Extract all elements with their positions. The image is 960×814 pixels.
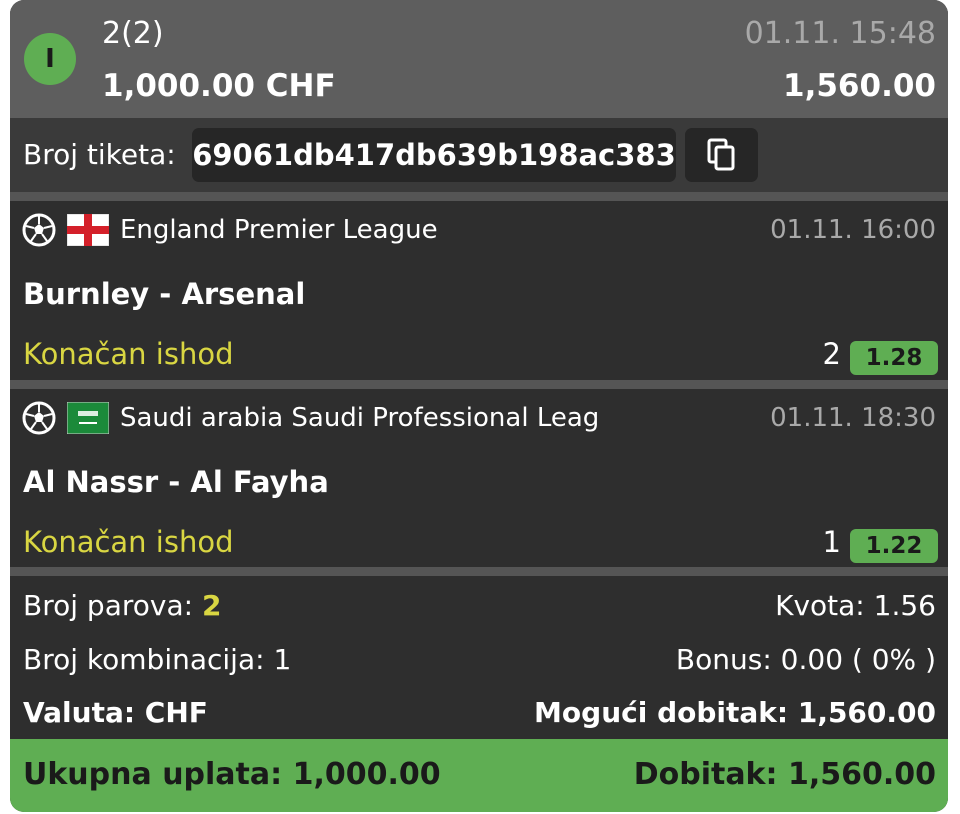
stake-amount: 1,000.00 CHF — [102, 68, 336, 104]
odds-badge: 1.22 — [850, 529, 938, 563]
league-name: England Premier League — [120, 215, 438, 245]
league-name: Saudi arabia Saudi Professional Leag — [120, 403, 600, 433]
ticket-summary: Broj parova: 2 Kvota: 1.56 Broj kombinac… — [10, 576, 948, 739]
status-icon: I — [24, 33, 76, 85]
total-stake: Ukupna uplata: 1,000.00 — [23, 757, 441, 792]
divider — [10, 380, 948, 389]
event-time: 01.11. 16:00 — [770, 215, 936, 245]
possible-win: Mogući dobitak: 1,560.00 — [534, 696, 936, 729]
ticket-id-row: Broj tiketa: 69061db417db639b198ac383 — [10, 118, 948, 192]
event-time: 01.11. 18:30 — [770, 403, 936, 433]
total-odds: Kvota: 1.56 — [775, 589, 936, 622]
odds-badge: 1.28 — [850, 341, 938, 375]
match-teams: Al Nassr - Al Fayha — [23, 465, 329, 499]
market-name: Konačan ishod — [23, 337, 234, 371]
divider — [10, 192, 948, 201]
ticket-footer: Ukupna uplata: 1,000.00 Dobitak: 1,560.0… — [10, 739, 948, 812]
ticket-label: Broj tiketa: — [23, 138, 176, 171]
pairs-label: Broj parova: — [23, 589, 194, 622]
divider — [10, 567, 948, 576]
bet-datetime: 01.11. 15:48 — [744, 16, 936, 51]
copy-button[interactable] — [685, 128, 758, 182]
soccer-ball-icon — [22, 401, 56, 435]
pairs-value: 2 — [201, 589, 222, 622]
saudi-arabia-flag-icon — [67, 402, 109, 434]
pick-value: 1 — [822, 525, 841, 559]
bet-ticket-card: I 2(2) 01.11. 15:48 1,000.00 CHF 1,560.0… — [10, 0, 948, 812]
bonus-value: Bonus: 0.00 ( 0% ) — [675, 643, 936, 676]
bet-type: 2(2) — [102, 16, 164, 51]
pick-value: 2 — [822, 337, 841, 371]
match-teams: Burnley - Arsenal — [23, 277, 306, 311]
win-amount: Dobitak: 1,560.00 — [633, 757, 936, 792]
currency: Valuta: CHF — [23, 696, 208, 729]
event-row[interactable]: England Premier League 01.11. 16:00 Burn… — [10, 201, 948, 380]
pairs-count: Broj parova: 2 — [23, 589, 221, 622]
market-name: Konačan ishod — [23, 525, 234, 559]
ticket-header[interactable]: I 2(2) 01.11. 15:48 1,000.00 CHF 1,560.0… — [10, 0, 948, 118]
event-row[interactable]: Saudi arabia Saudi Professional Leag 01.… — [10, 389, 948, 568]
combinations-count: Broj kombinacija: 1 — [23, 643, 292, 676]
soccer-ball-icon — [22, 213, 56, 247]
england-flag-icon — [67, 214, 109, 246]
payout-amount: 1,560.00 — [783, 68, 936, 104]
copy-icon — [707, 138, 734, 171]
ticket-id[interactable]: 69061db417db639b198ac383 — [192, 128, 676, 182]
